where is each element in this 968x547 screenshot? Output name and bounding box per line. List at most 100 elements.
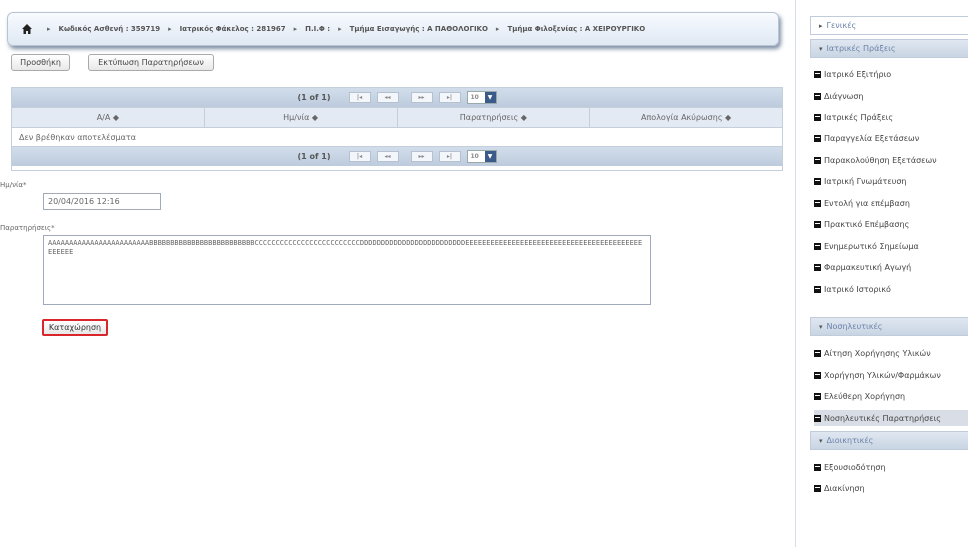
document-icon: [814, 371, 821, 379]
breadcrumb-patient-code: Κωδικός Ασθενή : 359719: [58, 25, 161, 33]
sidebar-item-medication[interactable]: Φαρμακευτική Αγωγή: [814, 259, 968, 275]
document-icon: [814, 285, 821, 293]
date-field[interactable]: 20/04/2016 12:16: [43, 193, 161, 210]
sidebar-item-info-note[interactable]: Ενημερωτικό Σημείωμα: [814, 238, 968, 254]
last-page-button[interactable]: ▸|: [438, 92, 461, 103]
breadcrumb: ▸ Κωδικός Ασθενή : 359719 ▸ Ιατρικός Φάκ…: [7, 12, 779, 46]
document-icon: [814, 199, 821, 207]
sidebar-item-authorization[interactable]: Εξουσιοδότηση: [814, 459, 968, 475]
next-page-button[interactable]: ▸▸: [410, 92, 433, 103]
sidebar-item-label: Εντολή για επέμβαση: [824, 198, 910, 208]
sidebar-item-nursing-observations[interactable]: Νοσηλευτικές Παρατηρήσεις: [814, 410, 968, 426]
document-icon: [814, 156, 821, 164]
sidebar-item-label: Χορήγηση Υλικών/Φαρμάκων: [824, 370, 941, 380]
breadcrumb-separator: ▸: [338, 25, 342, 33]
main-content: ▸ Κωδικός Ασθενή : 359719 ▸ Ιατρικός Φάκ…: [0, 0, 795, 547]
sidebar-item-surgery-report[interactable]: Πρακτικό Επέμβασης: [814, 216, 968, 232]
page-info: (1 of 1): [297, 93, 331, 102]
sidebar-item-label: Ιατρικό Ιστορικό: [824, 284, 891, 294]
next-page-button[interactable]: ▸▸: [410, 151, 433, 162]
sidebar-item-diagnosis[interactable]: Διάγνωση: [814, 88, 968, 104]
document-icon: [814, 177, 821, 185]
sidebar-item-medical-history[interactable]: Ιατρικό Ιστορικό: [814, 281, 968, 297]
document-icon: [814, 220, 821, 228]
sidebar-item-material-request[interactable]: Αίτηση Χορήγησης Υλικών: [814, 345, 968, 361]
notes-label: Παρατηρήσεις*: [0, 224, 55, 232]
sidebar-item-order-tests[interactable]: Παραγγελία Εξετάσεων: [814, 130, 968, 146]
chevron-down-icon: ▼: [484, 92, 496, 103]
sidebar-item-material-administration[interactable]: Χορήγηση Υλικών/Φαρμάκων: [814, 367, 968, 383]
chevron-down-icon: ▾: [819, 44, 823, 53]
sidebar-item-label: Εξουσιοδότηση: [824, 462, 886, 472]
sidebar-item-label: Πρακτικό Επέμβασης: [824, 219, 910, 229]
last-page-button[interactable]: ▸|: [438, 151, 461, 162]
sidebar-item-label: Διακίνηση: [824, 483, 865, 493]
observations-table: (1 of 1) |◂ ◂◂ ▸▸ ▸| 10 ▼ Α/Α ◆ Ημ/νία ◆…: [11, 87, 783, 171]
breadcrumb-separator: ▸: [293, 25, 298, 33]
sidebar-section-general[interactable]: ▸ Γενικές: [810, 16, 968, 35]
table-pager-bottom: (1 of 1) |◂ ◂◂ ▸▸ ▸| 10 ▼: [12, 147, 782, 166]
document-icon: [814, 70, 821, 78]
column-header-aa[interactable]: Α/Α ◆: [12, 108, 205, 127]
sidebar-item-label: Ιατρικό Εξιτήριο: [824, 69, 892, 79]
breadcrumb-admission-dept: Τμήμα Εισαγωγής : Α ΠΑΘΟΛΟΓΙΚΟ: [349, 25, 488, 33]
column-header-cancellation-reason[interactable]: Απολογία Ακύρωσης ◆: [590, 108, 782, 127]
sidebar-section-nursing[interactable]: ▾ Νοσηλευτικές: [810, 317, 968, 336]
column-header-observations[interactable]: Παρατηρήσεις ◆: [398, 108, 591, 127]
first-page-button[interactable]: |◂: [348, 92, 371, 103]
sidebar-item-track-tests[interactable]: Παρακολούθηση Εξετάσεων: [814, 152, 968, 168]
document-icon: [814, 242, 821, 250]
breadcrumb-medical-file: Ιατρικός Φάκελος : 281967: [179, 25, 286, 33]
sidebar-item-label: Παραγγελία Εξετάσεων: [824, 133, 920, 143]
document-icon: [814, 92, 821, 100]
breadcrumb-separator: ▸: [495, 25, 500, 33]
prev-page-button[interactable]: ◂◂: [376, 151, 399, 162]
document-icon: [814, 414, 821, 422]
sidebar-section-label: Διοικητικές: [826, 436, 874, 445]
document-icon: [814, 134, 821, 142]
rows-per-page-select[interactable]: 10 ▼: [466, 150, 497, 163]
print-observations-button[interactable]: Εκτύπωση Παρατηρήσεων: [88, 54, 214, 71]
breadcrumb-separator: ▸: [47, 25, 51, 33]
submit-button[interactable]: Καταχώρηση: [42, 319, 108, 336]
document-icon: [814, 463, 821, 471]
rows-per-page-value: 10: [470, 94, 479, 101]
chevron-down-icon: ▼: [484, 151, 496, 162]
sidebar-item-medical-acts[interactable]: Ιατρικές Πράξεις: [814, 109, 968, 125]
rows-per-page-select[interactable]: 10 ▼: [466, 91, 497, 104]
sidebar-section-label: Γενικές: [826, 21, 857, 30]
table-pager-top: (1 of 1) |◂ ◂◂ ▸▸ ▸| 10 ▼: [12, 88, 782, 107]
sidebar-item-label: Παρακολούθηση Εξετάσεων: [824, 155, 937, 165]
date-label: Ημ/νία*: [0, 181, 27, 189]
page-info: (1 of 1): [297, 152, 331, 161]
sidebar-item-medical-opinion[interactable]: Ιατρική Γνωμάτευση: [814, 173, 968, 189]
chevron-down-icon: ▾: [819, 436, 823, 445]
sidebar-item-label: Ιατρικές Πράξεις: [824, 112, 894, 122]
document-icon: [814, 263, 821, 271]
sidebar: ▸ Γενικές ▾ Ιατρικές Πράξεις Ιατρικό Εξι…: [795, 0, 968, 547]
document-icon: [814, 484, 821, 492]
breadcrumb-pif: Π.Ι.Φ :: [305, 25, 331, 33]
sidebar-section-label: Ιατρικές Πράξεις: [826, 44, 896, 53]
home-icon[interactable]: [21, 23, 33, 35]
chevron-down-icon: ▾: [819, 322, 823, 331]
sidebar-item-medical-discharge[interactable]: Ιατρικό Εξιτήριο: [814, 66, 968, 82]
sidebar-item-transfer[interactable]: Διακίνηση: [814, 480, 968, 496]
document-icon: [814, 113, 821, 121]
first-page-button[interactable]: |◂: [348, 151, 371, 162]
sidebar-item-label: Διάγνωση: [824, 91, 864, 101]
prev-page-button[interactable]: ◂◂: [376, 92, 399, 103]
breadcrumb-hosting-dept: Τμήμα Φιλοξενίας : Α ΧΕΙΡΟΥΡΓΙΚΟ: [507, 25, 646, 33]
sidebar-item-free-administration[interactable]: Ελεύθερη Χορήγηση: [814, 388, 968, 404]
sidebar-section-admin[interactable]: ▾ Διοικητικές: [810, 431, 968, 450]
sidebar-item-label: Αίτηση Χορήγησης Υλικών: [824, 348, 931, 358]
sidebar-item-label: Φαρμακευτική Αγωγή: [824, 262, 912, 272]
empty-results-message: Δεν βρέθηκαν αποτελέσματα: [12, 128, 782, 147]
sidebar-section-medical[interactable]: ▾ Ιατρικές Πράξεις: [810, 39, 968, 58]
notes-textarea[interactable]: AAAAAAAAAAAAAAAAAAAAAAAABBBBBBBBBBBBBBBB…: [43, 235, 651, 305]
add-button[interactable]: Προσθήκη: [11, 54, 70, 71]
sidebar-item-label: Ελεύθερη Χορήγηση: [824, 391, 906, 401]
column-header-date[interactable]: Ημ/νία ◆: [205, 108, 398, 127]
sidebar-item-surgery-order[interactable]: Εντολή για επέμβαση: [814, 195, 968, 211]
sidebar-item-label: Ιατρική Γνωμάτευση: [824, 176, 907, 186]
